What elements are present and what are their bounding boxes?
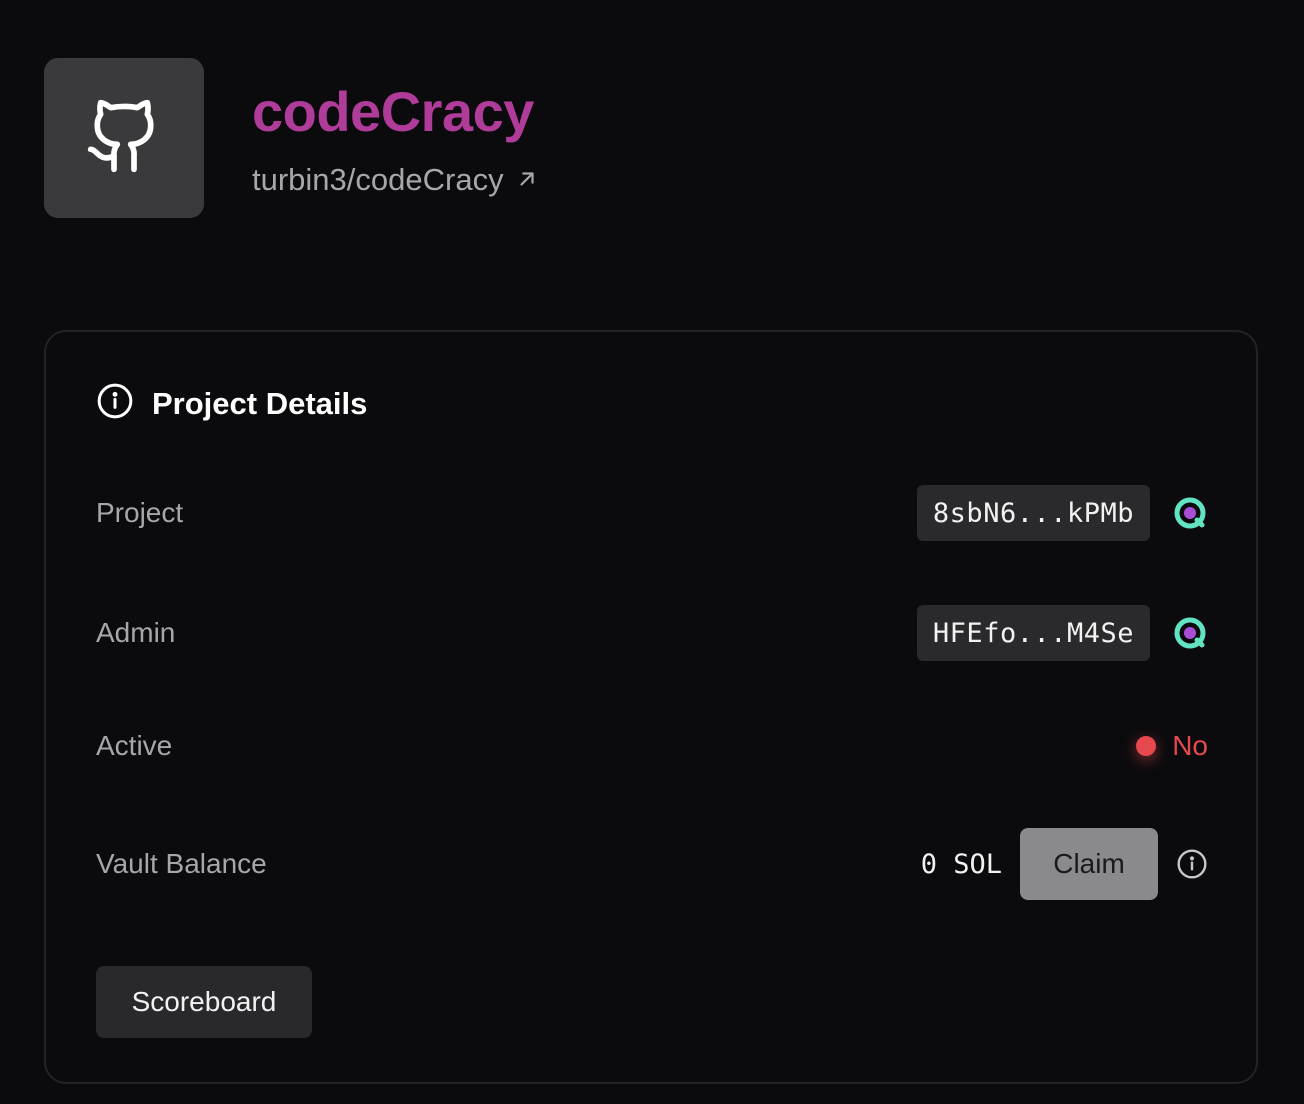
admin-address[interactable]: HFEfo...M4Se [916,605,1150,661]
vault-balance-value: 0 SOL [920,848,1002,880]
project-page: codeCracy turbin3/codeCracy Project Deta… [0,0,1304,1104]
active-label: Active [96,730,173,761]
repo-avatar [44,58,204,218]
solana-explorer-icon[interactable] [1172,615,1208,651]
project-value-group: 8sbN6...kPMb [916,485,1208,541]
vault-balance-group: 0 SOL Claim [921,828,1208,900]
project-details-card: Project Details Project 8sbN6...kPMb Adm… [44,330,1258,1084]
github-icon [84,96,164,181]
solana-explorer-icon[interactable] [1172,495,1208,531]
vault-balance-label: Vault Balance [96,848,267,879]
project-address[interactable]: 8sbN6...kPMb [916,485,1150,541]
active-status-text: No [1172,730,1208,761]
external-arrow-icon [516,160,538,200]
vault-balance-row: Vault Balance 0 SOL Claim [96,828,1208,900]
status-dot [1136,736,1157,756]
admin-value-group: HFEfo...M4Se [916,605,1208,661]
card-title: Project Details [152,385,368,421]
repo-title: codeCracy [252,80,534,143]
repo-link[interactable]: turbin3/codeCracy [252,160,538,200]
card-header: Project Details [96,382,367,425]
info-icon[interactable] [1176,848,1208,880]
info-icon [96,382,134,425]
active-row: Active No [96,722,1208,770]
active-status: No [1136,730,1208,762]
admin-label: Admin [96,617,176,648]
admin-row: Admin HFEfo...M4Se [96,604,1208,662]
project-row: Project 8sbN6...kPMb [96,484,1208,542]
repo-link-text: turbin3/codeCracy [252,162,504,197]
claim-button[interactable]: Claim [1020,828,1158,900]
project-label: Project [96,497,184,528]
scoreboard-button[interactable]: Scoreboard [96,966,312,1038]
